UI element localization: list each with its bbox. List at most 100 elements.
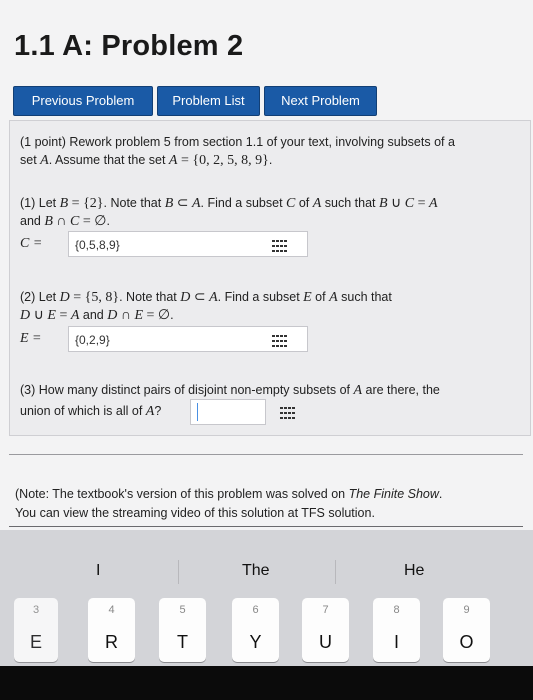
text: are there, the [362,383,440,397]
divider [9,526,523,527]
key-number: 9 [463,604,470,616]
c-label: C = [20,236,43,251]
key-number: 7 [322,604,329,616]
text: (Note: The textbook's version of this pr… [15,487,349,501]
text: (1) Let [20,196,60,210]
intro-text: set [20,153,41,167]
note-line-2: You can view the streaming video of this… [15,506,375,520]
text: . Note that [119,290,181,304]
math-var: A [191,196,201,211]
key-letter: Y [249,632,262,652]
text: of [295,196,313,210]
problem-list-button[interactable]: Problem List [157,86,260,116]
math-var: A [429,196,438,211]
key-u[interactable]: 7 U [302,598,349,662]
divider [9,454,523,455]
math-var: A [312,196,322,211]
text: . Find a subset [217,290,304,304]
part1-line-2: and B ∩ C = ∅. [20,213,110,230]
text: and [20,214,45,228]
math-var: B [59,196,69,211]
answer-pairs-input[interactable] [190,399,266,425]
key-number: 6 [252,604,259,616]
key-y[interactable]: 6 Y [232,598,279,662]
key-letter: R [105,632,118,652]
key-t[interactable]: 5 T [159,598,206,662]
page-title: 1.1 A: Problem 2 [14,30,244,62]
equation-editor-icon[interactable] [272,240,288,252]
intro-line-2: set A. Assume that the set A = {0, 2, 5,… [20,153,272,169]
intro-text: (1 point) Rework problem 5 from section … [20,135,455,149]
math-var: D [59,290,70,305]
text: union of which is all of [20,404,146,418]
key-letter: I [393,632,399,652]
problem-page: 1.1 A: Problem 2 Previous Problem Proble… [0,0,533,530]
math-var: C [286,196,296,211]
math-op: = [68,196,84,211]
suggestion-i[interactable]: I [96,562,100,580]
suggestion-the[interactable]: The [242,562,270,580]
math-op: ∩ [117,308,135,323]
text: . [170,308,174,322]
finite-show-link[interactable]: The Finite Show [349,487,439,501]
key-i[interactable]: 8 I [373,598,420,662]
math-op: ∪ [387,196,405,211]
key-o[interactable]: 9 O [443,598,490,662]
text: and [79,308,108,322]
key-number: 5 [179,604,186,616]
text: of [311,290,330,304]
math-op: ⊂ [190,290,210,305]
math-op: = [177,153,193,168]
math-var: B [44,214,53,229]
math-var: C [70,214,80,229]
suggestion-divider [335,560,336,584]
text: (2) Let [20,290,60,304]
key-e[interactable]: 3 E [14,598,58,662]
empty-set: = ∅ [143,308,171,323]
math-var: B [164,196,174,211]
key-number: 3 [32,604,40,616]
text: . Find a subset [200,196,287,210]
note-line-1: (Note: The textbook's version of this pr… [15,487,442,501]
math-var: A [353,383,363,398]
previous-problem-button[interactable]: Previous Problem [13,86,153,116]
key-letter: T [177,632,188,652]
text: . Note that [103,196,165,210]
math-var: E [303,290,312,305]
text: such that [321,196,379,210]
set-d-value: {5, 8} [84,290,120,305]
text: such that [337,290,392,304]
math-op: = [414,196,430,211]
next-problem-button[interactable]: Next Problem [264,86,377,116]
equation-editor-icon[interactable] [272,335,288,347]
part2-line-2: D ∪ E = A and D ∩ E = ∅. [20,307,174,324]
math-var: C [404,196,415,211]
text: (3) How many distinct pairs of disjoint … [20,383,354,397]
text: ? [154,404,162,418]
part2-line-1: (2) Let D = {5, 8}. Note that D ⊂ A. Fin… [20,289,392,306]
empty-set: = ∅ [79,214,107,229]
math-var: E [134,308,144,323]
text: . [106,214,110,228]
intro-text: . Assume that the set [48,153,169,167]
problem-panel: (1 point) Rework problem 5 from section … [9,120,531,436]
math-op: = [55,308,71,323]
e-label: E = [20,331,42,346]
math-var: D [180,290,191,305]
text-cursor [197,403,198,421]
equation-editor-icon[interactable] [280,407,296,419]
key-letter: E [29,632,42,652]
math-var: D [107,308,118,323]
math-op: = [69,290,85,305]
part1-line-1: (1) Let B = {2}. Note that B ⊂ A. Find a… [20,195,438,212]
suggestion-he[interactable]: He [404,562,424,580]
intro-line-1: (1 point) Rework problem 5 from section … [20,135,455,149]
intro-text: . [268,153,273,167]
text: . [438,487,443,501]
key-r[interactable]: 4 R [88,598,135,662]
suggestion-divider [178,560,179,584]
math-var: A [209,290,218,305]
math-op: ∩ [52,214,71,229]
set-b-value: {2} [83,196,104,211]
key-letter: O [459,632,474,652]
